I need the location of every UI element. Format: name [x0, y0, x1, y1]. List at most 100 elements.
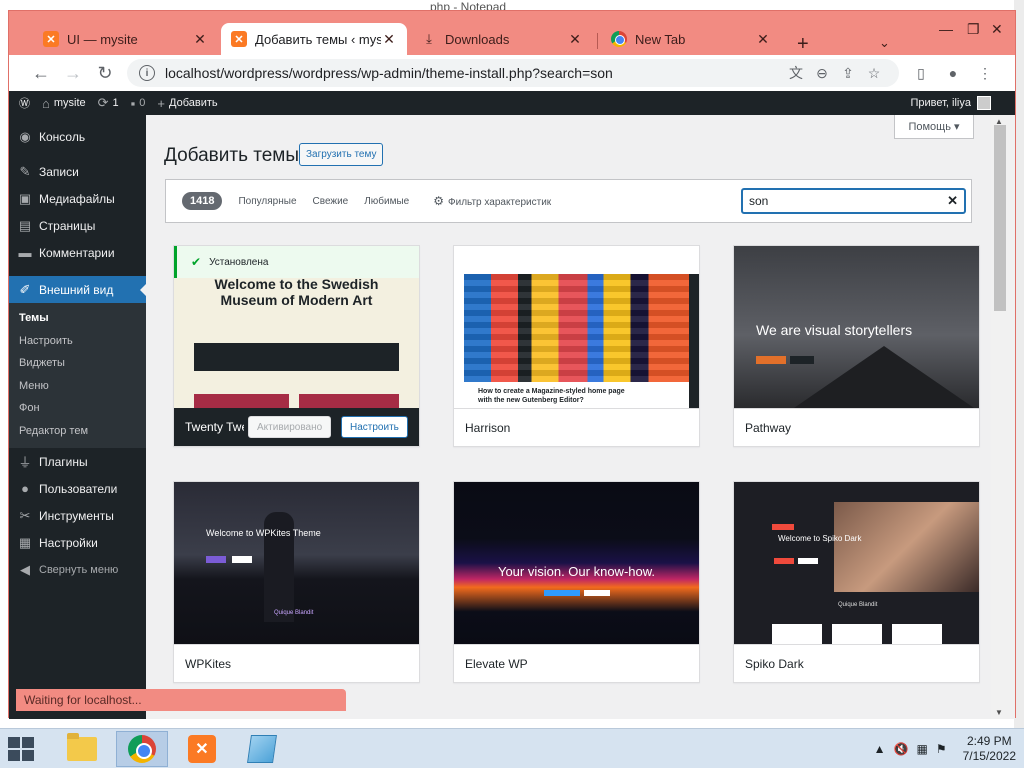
sidebar-item-users[interactable]: ● Пользователи: [9, 475, 146, 502]
screenshot-sidebar: [689, 274, 699, 408]
tab-separator: [597, 33, 598, 49]
new-tab-button[interactable]: +: [797, 33, 809, 56]
theme-card-spiko-dark[interactable]: Welcome to Spiko Dark Quique Blandit Spi…: [733, 481, 980, 683]
network-icon[interactable]: ▦: [917, 742, 928, 756]
filter-popular[interactable]: Популярные: [238, 196, 296, 207]
clear-search-icon[interactable]: ✕: [947, 193, 958, 209]
theme-search-input[interactable]: son ✕: [741, 188, 966, 214]
zoom-icon[interactable]: ⊖: [809, 65, 835, 82]
page-scrollbar[interactable]: ▲ ▼: [991, 115, 1015, 719]
share-icon[interactable]: ⇪: [835, 65, 861, 82]
tab-ui-mysite[interactable]: ✕ UI — mysite ✕: [33, 23, 218, 55]
side-panel-icon[interactable]: ▯: [907, 61, 935, 85]
bookmark-star-icon[interactable]: ☆: [861, 65, 887, 82]
back-icon[interactable]: ←: [25, 57, 57, 89]
help-button[interactable]: Помощь ▾: [894, 115, 974, 139]
close-icon[interactable]: ✕: [755, 31, 771, 48]
close-window-icon[interactable]: ✕: [991, 21, 1003, 38]
sidebar-item-appearance[interactable]: ✐ Внешний вид: [9, 276, 146, 303]
xampp-icon: ✕: [231, 31, 247, 47]
profile-icon[interactable]: ●: [939, 61, 967, 85]
taskbar-notepad[interactable]: [236, 731, 288, 767]
admin-bar-account[interactable]: Привет, iliya: [910, 91, 991, 115]
theme-card-elevate-wp[interactable]: Your vision. Our know-how. Elevate WP: [453, 481, 700, 683]
theme-card-wpkites[interactable]: Welcome to WPKites Theme Quique Blandit …: [173, 481, 420, 683]
sidebar-item-pages[interactable]: ▤ Страницы: [9, 212, 146, 239]
site-info-icon[interactable]: i: [139, 65, 155, 81]
sidebar-item-settings[interactable]: ▦ Настройки: [9, 529, 146, 556]
close-icon[interactable]: ✕: [192, 31, 208, 48]
status-bubble: Waiting for localhost...: [16, 689, 346, 711]
tab-add-themes[interactable]: ✕ Добавить темы ‹ mysite ✕: [221, 23, 407, 55]
admin-bar-site[interactable]: ⌂ mysite: [36, 91, 92, 115]
submenu-themes[interactable]: Темы: [9, 307, 146, 330]
scroll-down-icon[interactable]: ▼: [995, 708, 1003, 717]
sidebar-item-media[interactable]: ▣ Медиафайлы: [9, 185, 146, 212]
filter-favorites[interactable]: Любимые: [364, 196, 409, 207]
scrollbar-thumb[interactable]: [994, 125, 1006, 311]
sidebar-item-posts[interactable]: ✎ Записи: [9, 158, 146, 185]
theme-card-twenty-twenty-two[interactable]: ✔ Установлена Welcome to the Swedish Mus…: [173, 245, 420, 447]
volume-muted-icon[interactable]: 🔇: [894, 742, 909, 756]
sidebar-item-tools[interactable]: ✂ Инструменты: [9, 502, 146, 529]
sidebar-item-plugins[interactable]: ⏚ Плагины: [9, 448, 146, 475]
sidebar-collapse-menu[interactable]: ◀ Свернуть меню: [9, 556, 146, 583]
theme-card-harrison[interactable]: How to create a Magazine-styled home pag…: [453, 245, 700, 447]
start-button[interactable]: [8, 737, 36, 761]
show-hidden-icons[interactable]: ▲: [874, 742, 886, 756]
reload-icon[interactable]: ↻: [89, 57, 121, 89]
menu-kebab-icon[interactable]: ⋮: [971, 61, 999, 85]
filter-latest[interactable]: Свежие: [313, 196, 349, 207]
upload-theme-button[interactable]: Загрузить тему: [299, 143, 384, 166]
action-center-icon[interactable]: ⚑: [936, 742, 947, 756]
screenshot-mountain: [794, 346, 974, 408]
browser-toolbar: ← → ↻ i localhost/wordpress/wordpress/wp…: [9, 55, 1015, 91]
system-tray: ▲ 🔇 ▦ ⚑ 2:49 PM 7/15/2022: [870, 733, 1016, 765]
admin-bar-comments[interactable]: ▪ 0: [125, 91, 152, 115]
url-text[interactable]: localhost/wordpress/wordpress/wp-admin/t…: [165, 65, 783, 81]
tab-new-tab[interactable]: New Tab ✕: [601, 23, 781, 55]
theme-screenshot[interactable]: We are visual storytellers: [734, 246, 979, 408]
feature-filter-button[interactable]: ⚙ Фильтр характеристик: [433, 194, 551, 208]
taskbar-chrome[interactable]: [116, 731, 168, 767]
customize-button[interactable]: Настроить: [341, 416, 408, 438]
submenu-customize[interactable]: Настроить: [9, 330, 146, 353]
translate-icon[interactable]: 文: [783, 63, 809, 83]
taskbar-xampp[interactable]: ✕: [176, 731, 228, 767]
submenu-background[interactable]: Фон: [9, 397, 146, 420]
theme-screenshot[interactable]: Welcome to Spiko Dark Quique Blandit: [734, 482, 979, 644]
sidebar-item-label: Страницы: [39, 218, 96, 233]
add-new-label: Добавить: [169, 97, 218, 109]
avatar: [977, 96, 991, 110]
theme-screenshot[interactable]: How to create a Magazine-styled home pag…: [454, 246, 699, 408]
admin-bar-add-new[interactable]: + Добавить: [151, 91, 223, 115]
forward-icon[interactable]: →: [57, 57, 89, 89]
tab-downloads[interactable]: ⤓ Downloads ✕: [411, 23, 593, 55]
screenshot-block: [194, 394, 289, 408]
screenshot-button: [584, 590, 610, 596]
submenu-menus[interactable]: Меню: [9, 375, 146, 398]
submenu-theme-editor[interactable]: Редактор тем: [9, 420, 146, 443]
theme-screenshot[interactable]: Your vision. Our know-how.: [454, 482, 699, 644]
close-icon[interactable]: ✕: [567, 31, 583, 48]
download-icon: ⤓: [426, 31, 432, 46]
theme-screenshot[interactable]: Welcome to WPKites Theme Quique Blandit: [174, 482, 419, 644]
taskbar-file-explorer[interactable]: [56, 731, 108, 767]
minimize-icon[interactable]: —: [939, 21, 953, 37]
sidebar-item-comments[interactable]: ▬ Комментарии: [9, 239, 146, 266]
theme-card-pathway[interactable]: We are visual storytellers Pathway: [733, 245, 980, 447]
admin-bar-updates[interactable]: ⟳ 1: [92, 91, 125, 115]
tab-search-chevron-icon[interactable]: ⌄: [879, 35, 890, 51]
screenshot-button: [756, 356, 786, 364]
theme-screenshot[interactable]: ✔ Установлена Welcome to the Swedish Mus…: [174, 246, 419, 408]
close-icon[interactable]: ✕: [381, 31, 397, 48]
submenu-widgets[interactable]: Виджеты: [9, 352, 146, 375]
wordpress-logo-icon[interactable]: Ⓦ: [9, 91, 36, 115]
sidebar-item-label: Медиафайлы: [39, 191, 115, 206]
sidebar-item-dashboard[interactable]: ◉ Консоль: [9, 123, 146, 150]
main-content: Помощь ▾ Добавить темы Загрузить тему 14…: [146, 115, 991, 719]
address-bar[interactable]: i localhost/wordpress/wordpress/wp-admin…: [127, 59, 899, 87]
clock[interactable]: 2:49 PM 7/15/2022: [963, 734, 1016, 764]
restore-icon[interactable]: ❐: [967, 21, 980, 38]
search-value[interactable]: son: [749, 194, 947, 208]
